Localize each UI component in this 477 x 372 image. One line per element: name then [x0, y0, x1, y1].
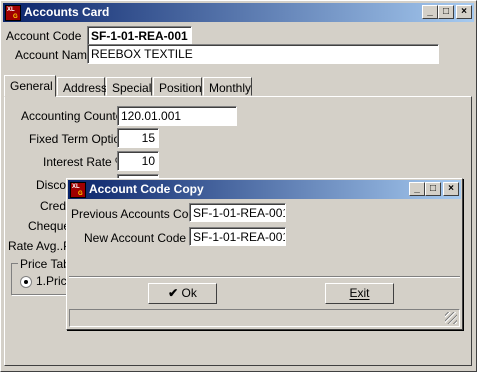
fixed-term-label: Fixed Term Option: [29, 132, 127, 146]
tab-position[interactable]: Position: [153, 77, 202, 96]
tab-address[interactable]: Address: [57, 77, 107, 96]
minimize-button[interactable]: _: [422, 5, 438, 19]
interest-rate-field[interactable]: 10: [117, 151, 159, 171]
exit-button-label: Exit: [349, 286, 370, 300]
price-radio-button[interactable]: [20, 276, 32, 288]
account-name-field[interactable]: REEBOX TEXTILE: [87, 44, 439, 64]
account-code-copy-dialog: XL G Account Code Copy _ □ × Previous Ac…: [66, 178, 463, 330]
app-icon: XL G: [5, 5, 21, 21]
rate-avg-label: Rate Avg..P: [8, 239, 72, 253]
new-code-label: New Account Code: [84, 231, 187, 245]
ok-button-label: Ok: [181, 286, 197, 300]
app-icon-text-b: G: [13, 14, 18, 20]
exit-button[interactable]: Exit: [325, 283, 394, 304]
maximize-button[interactable]: □: [438, 5, 454, 19]
account-code-field[interactable]: SF-1-01-REA-001: [87, 26, 192, 45]
dialog-separator: [69, 276, 460, 278]
ok-button[interactable]: ✔ Ok: [148, 283, 217, 304]
accounting-counter-label: Accounting Counter: [21, 109, 127, 123]
previous-code-label: Previous Accounts Code: [71, 207, 202, 221]
dialog-icon-text-a: XL: [72, 184, 80, 190]
resize-grip-icon[interactable]: [445, 312, 457, 324]
previous-code-field[interactable]: SF-1-01-REA-001: [189, 203, 286, 222]
fixed-term-field[interactable]: 15: [117, 128, 159, 148]
dialog-status-bar: [69, 309, 460, 327]
main-title-bar[interactable]: XL G Accounts Card _ □ ×: [3, 3, 474, 22]
dialog-title-bar[interactable]: XL G Account Code Copy _ □ ×: [68, 180, 461, 199]
dialog-close-button[interactable]: ×: [443, 182, 459, 196]
accounting-counter-field[interactable]: 120.01.001: [117, 106, 237, 126]
checkmark-icon: ✔: [168, 286, 179, 300]
dialog-icon-text-b: G: [78, 191, 83, 197]
new-code-field[interactable]: SF-1-01-REA-001: [189, 227, 286, 246]
app-icon-text-a: XL: [7, 7, 15, 13]
tab-special[interactable]: Special: [106, 77, 152, 96]
tab-monthly[interactable]: Monthly: [203, 77, 252, 96]
interest-rate-label: Interest Rate %: [43, 155, 126, 169]
cheque-label: Cheque: [28, 219, 71, 233]
close-button[interactable]: ×: [456, 5, 472, 19]
tab-general[interactable]: General: [4, 75, 56, 97]
main-window-title: Accounts Card: [24, 5, 110, 19]
account-code-label: Account Code: [6, 29, 82, 43]
account-name-label: Account Name: [15, 48, 94, 62]
dialog-app-icon: XL G: [70, 182, 86, 198]
dialog-minimize-button[interactable]: _: [409, 182, 425, 196]
dialog-maximize-button[interactable]: □: [425, 182, 441, 196]
dialog-title: Account Code Copy: [89, 182, 204, 196]
